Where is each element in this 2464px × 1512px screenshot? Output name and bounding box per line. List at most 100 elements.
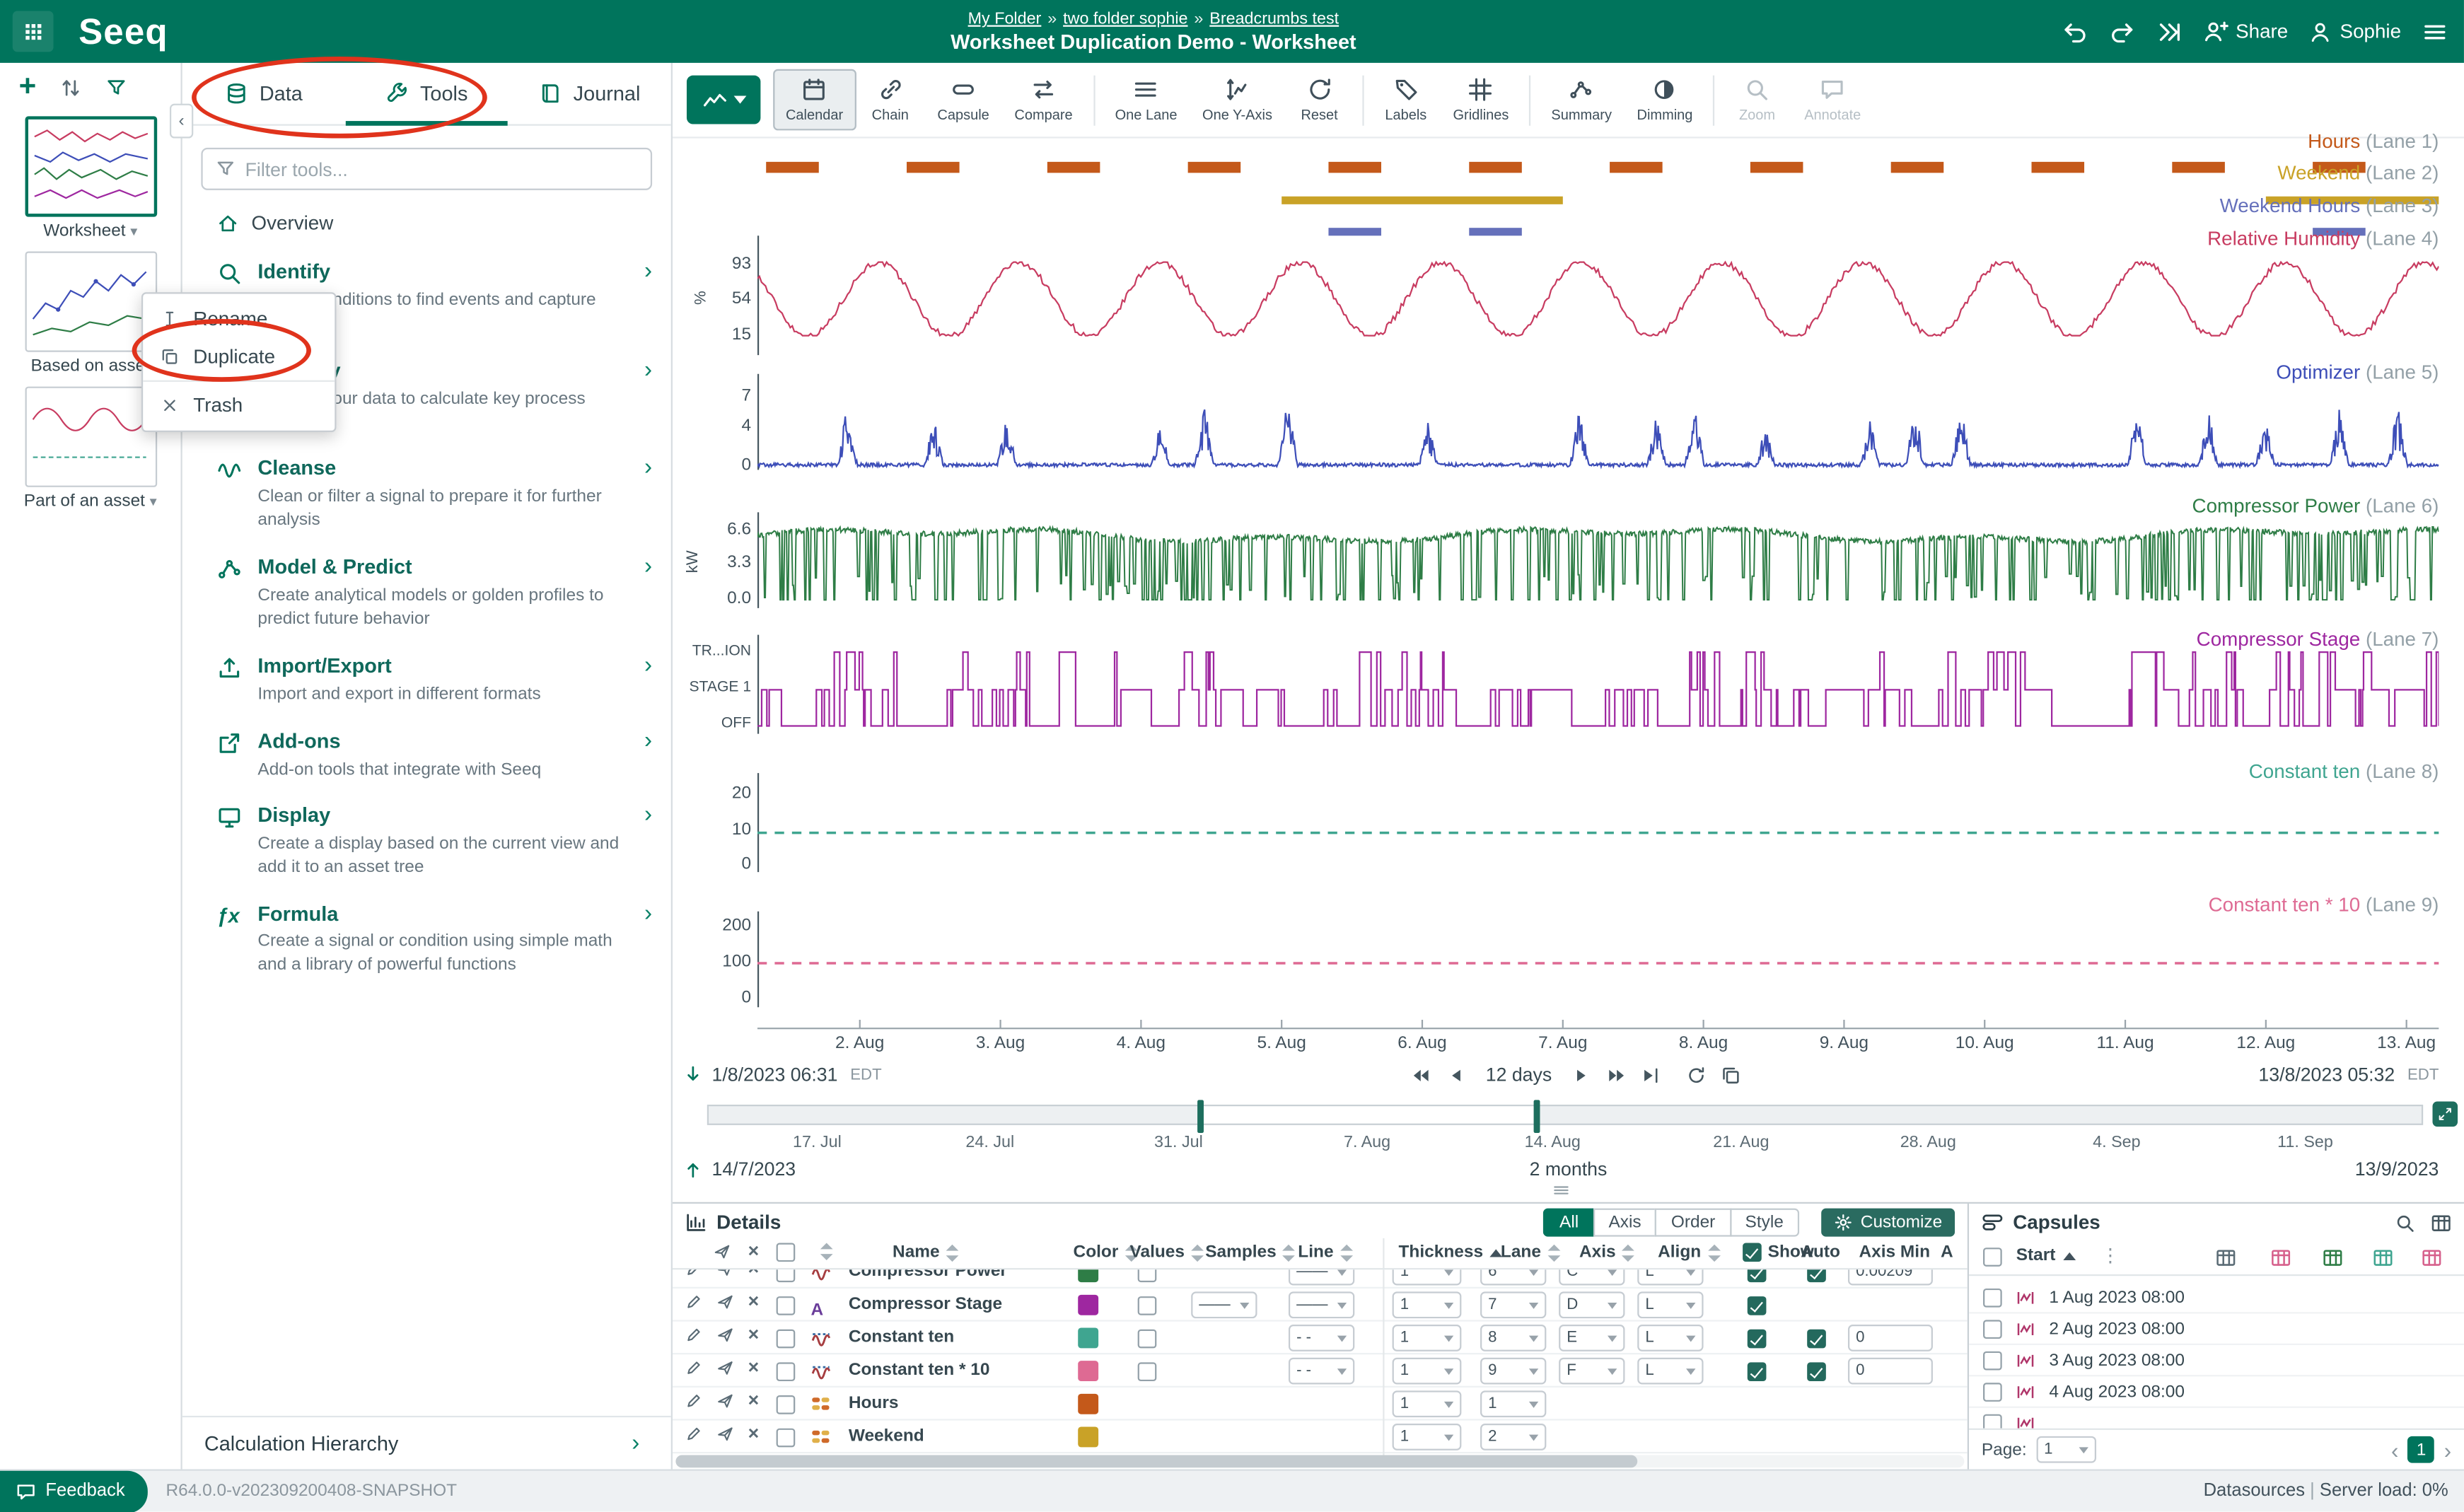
capsule-checkbox[interactable] [1983, 1288, 2002, 1307]
row-checkbox[interactable] [777, 1395, 796, 1414]
remove-all-icon[interactable]: × [748, 1240, 760, 1262]
lane-select[interactable]: 9 [1480, 1358, 1546, 1385]
range-start-arrow-icon[interactable] [682, 1064, 704, 1086]
capsules-grid-icon[interactable] [2431, 1212, 2451, 1233]
calculation-hierarchy[interactable]: Calculation Hierarchy› [182, 1416, 671, 1470]
navigate-icon[interactable] [716, 1269, 733, 1277]
view-button-style[interactable]: Style [1729, 1209, 1799, 1237]
show-all-checkbox[interactable] [1743, 1243, 1762, 1262]
refresh-icon[interactable] [1685, 1064, 1706, 1085]
details-hscrollbar[interactable] [675, 1455, 1964, 1467]
line-select[interactable]: - - [1289, 1358, 1354, 1385]
thickness-select[interactable]: 1 [1393, 1358, 1462, 1385]
capsule-column-button-1[interactable] [2271, 1248, 2291, 1268]
axis-min-input[interactable]: 0 [1848, 1325, 1933, 1351]
prev-page-button[interactable]: ‹ [2391, 1437, 2398, 1462]
samples-select[interactable]: —— [1191, 1291, 1257, 1318]
capsule-row[interactable]: 3 Aug 2023 08:00 [1969, 1345, 2464, 1376]
row-checkbox[interactable] [777, 1296, 796, 1315]
undo-button[interactable] [2061, 18, 2088, 45]
thickness-select[interactable]: 1 [1393, 1390, 1462, 1417]
column-header-axis[interactable]: Axis [1579, 1243, 1634, 1262]
column-header-color[interactable]: Color [1074, 1243, 1138, 1262]
capsule-row[interactable]: 2 Aug 2023 08:00 [1969, 1314, 2464, 1345]
scrubber-window[interactable] [1199, 1105, 1538, 1125]
page-select[interactable]: 1 [2036, 1436, 2096, 1463]
color-chip[interactable] [1078, 1394, 1098, 1414]
show-checkbox[interactable] [1748, 1330, 1767, 1349]
signal-name[interactable]: Constant ten * 10 [849, 1361, 990, 1380]
column-header-align[interactable]: Align [1658, 1243, 1720, 1262]
breadcrumb-link[interactable]: Breadcrumbs test [1209, 9, 1339, 28]
axis-select[interactable]: E [1559, 1325, 1625, 1351]
column-header-a[interactable]: A [1941, 1243, 1953, 1262]
column-header-lane[interactable]: Lane [1501, 1243, 1560, 1262]
align-select[interactable]: L [1637, 1358, 1703, 1385]
column-header-name[interactable]: Name [893, 1243, 958, 1262]
axis-select[interactable]: C [1559, 1269, 1625, 1285]
toolbar-reset[interactable]: Reset [1285, 69, 1354, 131]
thickness-select[interactable]: 1 [1393, 1325, 1462, 1351]
color-chip[interactable] [1078, 1361, 1098, 1381]
lane-label-compressor-power[interactable]: Compressor Power (Lane 6) [2192, 495, 2439, 517]
thickness-select[interactable]: 1 [1393, 1291, 1462, 1318]
capsule-checkbox[interactable] [1983, 1382, 2002, 1401]
signal-name[interactable]: Hours [849, 1394, 899, 1413]
auto-checkbox[interactable] [1807, 1362, 1826, 1381]
toolbar-zoom[interactable]: Zoom [1723, 69, 1792, 131]
row-checkbox[interactable] [777, 1269, 796, 1282]
remove-icon[interactable]: × [748, 1323, 760, 1345]
line-select[interactable]: —— [1289, 1291, 1354, 1318]
half-back-button[interactable] [1446, 1064, 1467, 1085]
select-all-checkbox[interactable] [777, 1243, 796, 1262]
color-chip[interactable] [1078, 1328, 1098, 1349]
view-button-order[interactable]: Order [1656, 1209, 1731, 1237]
row-checkbox[interactable] [777, 1429, 796, 1448]
tab-tools[interactable]: Tools [345, 63, 508, 124]
capsule-row[interactable]: 1 Aug 2023 08:00 [1969, 1282, 2464, 1313]
show-checkbox[interactable] [1748, 1269, 1767, 1282]
toolbar-one-lane[interactable]: One Lane [1103, 69, 1190, 131]
lane-select[interactable]: 7 [1480, 1291, 1546, 1318]
edit-icon[interactable] [685, 1269, 702, 1277]
customize-button[interactable]: Customize [1821, 1209, 1955, 1237]
toolbar-calendar[interactable]: Calendar [773, 69, 856, 131]
step-back-button[interactable] [1412, 1064, 1432, 1085]
column-header-values[interactable]: Values [1130, 1243, 1204, 1262]
auto-checkbox[interactable] [1807, 1269, 1826, 1282]
lane-select[interactable]: 1 [1480, 1390, 1546, 1417]
datasources-link[interactable]: Datasources [2204, 1482, 2305, 1501]
scrollbar-thumb[interactable] [675, 1455, 1637, 1467]
axis-min-input[interactable]: 0.00209 [1848, 1269, 1933, 1285]
edit-icon[interactable] [685, 1392, 702, 1409]
values-checkbox[interactable] [1138, 1269, 1157, 1282]
column-options-icon[interactable]: ⋮ [2101, 1245, 2120, 1267]
toolbar-chain[interactable]: Chain [856, 69, 925, 131]
capsule-column-button-4[interactable] [2422, 1248, 2442, 1268]
align-select[interactable]: L [1637, 1325, 1703, 1351]
signal-name[interactable]: Compressor Stage [849, 1295, 1002, 1314]
details-row-weekend[interactable]: ×Weekend12 [673, 1421, 1968, 1454]
tool-item-model-predict[interactable]: Model & Predict›Create analytical models… [217, 554, 662, 631]
view-mode-dropdown[interactable] [687, 76, 760, 124]
seeq-logo[interactable]: Seeq [79, 10, 168, 52]
toolbar-capsule[interactable]: Capsule [925, 69, 1002, 131]
remove-icon[interactable]: × [748, 1269, 760, 1279]
capsules-zoom-icon[interactable] [2395, 1212, 2415, 1233]
line-select[interactable]: - - [1289, 1325, 1354, 1351]
remove-icon[interactable]: × [748, 1389, 760, 1411]
signal-name[interactable]: Compressor Power [849, 1269, 1007, 1281]
details-row-constant-ten-10[interactable]: ×Constant ten * 10- -19FL0 [673, 1354, 1968, 1388]
navigate-icon[interactable] [716, 1359, 733, 1376]
menu-item-trash[interactable]: Trash [143, 387, 335, 424]
axis-min-input[interactable]: 0 [1848, 1358, 1933, 1385]
signal-name[interactable]: Constant ten [849, 1328, 954, 1347]
tool-item-import-export[interactable]: Import/Export›Import and export in diffe… [217, 653, 662, 706]
remove-icon[interactable]: × [748, 1290, 760, 1312]
lane-select[interactable]: 8 [1480, 1325, 1546, 1351]
scrubber-expand-button[interactable] [2433, 1102, 2458, 1127]
column-header-auto[interactable]: Auto [1801, 1243, 1840, 1262]
thickness-select[interactable]: 1 [1393, 1269, 1462, 1285]
trend-plot[interactable] [757, 139, 2439, 1030]
toolbar-labels[interactable]: Labels [1371, 69, 1441, 131]
